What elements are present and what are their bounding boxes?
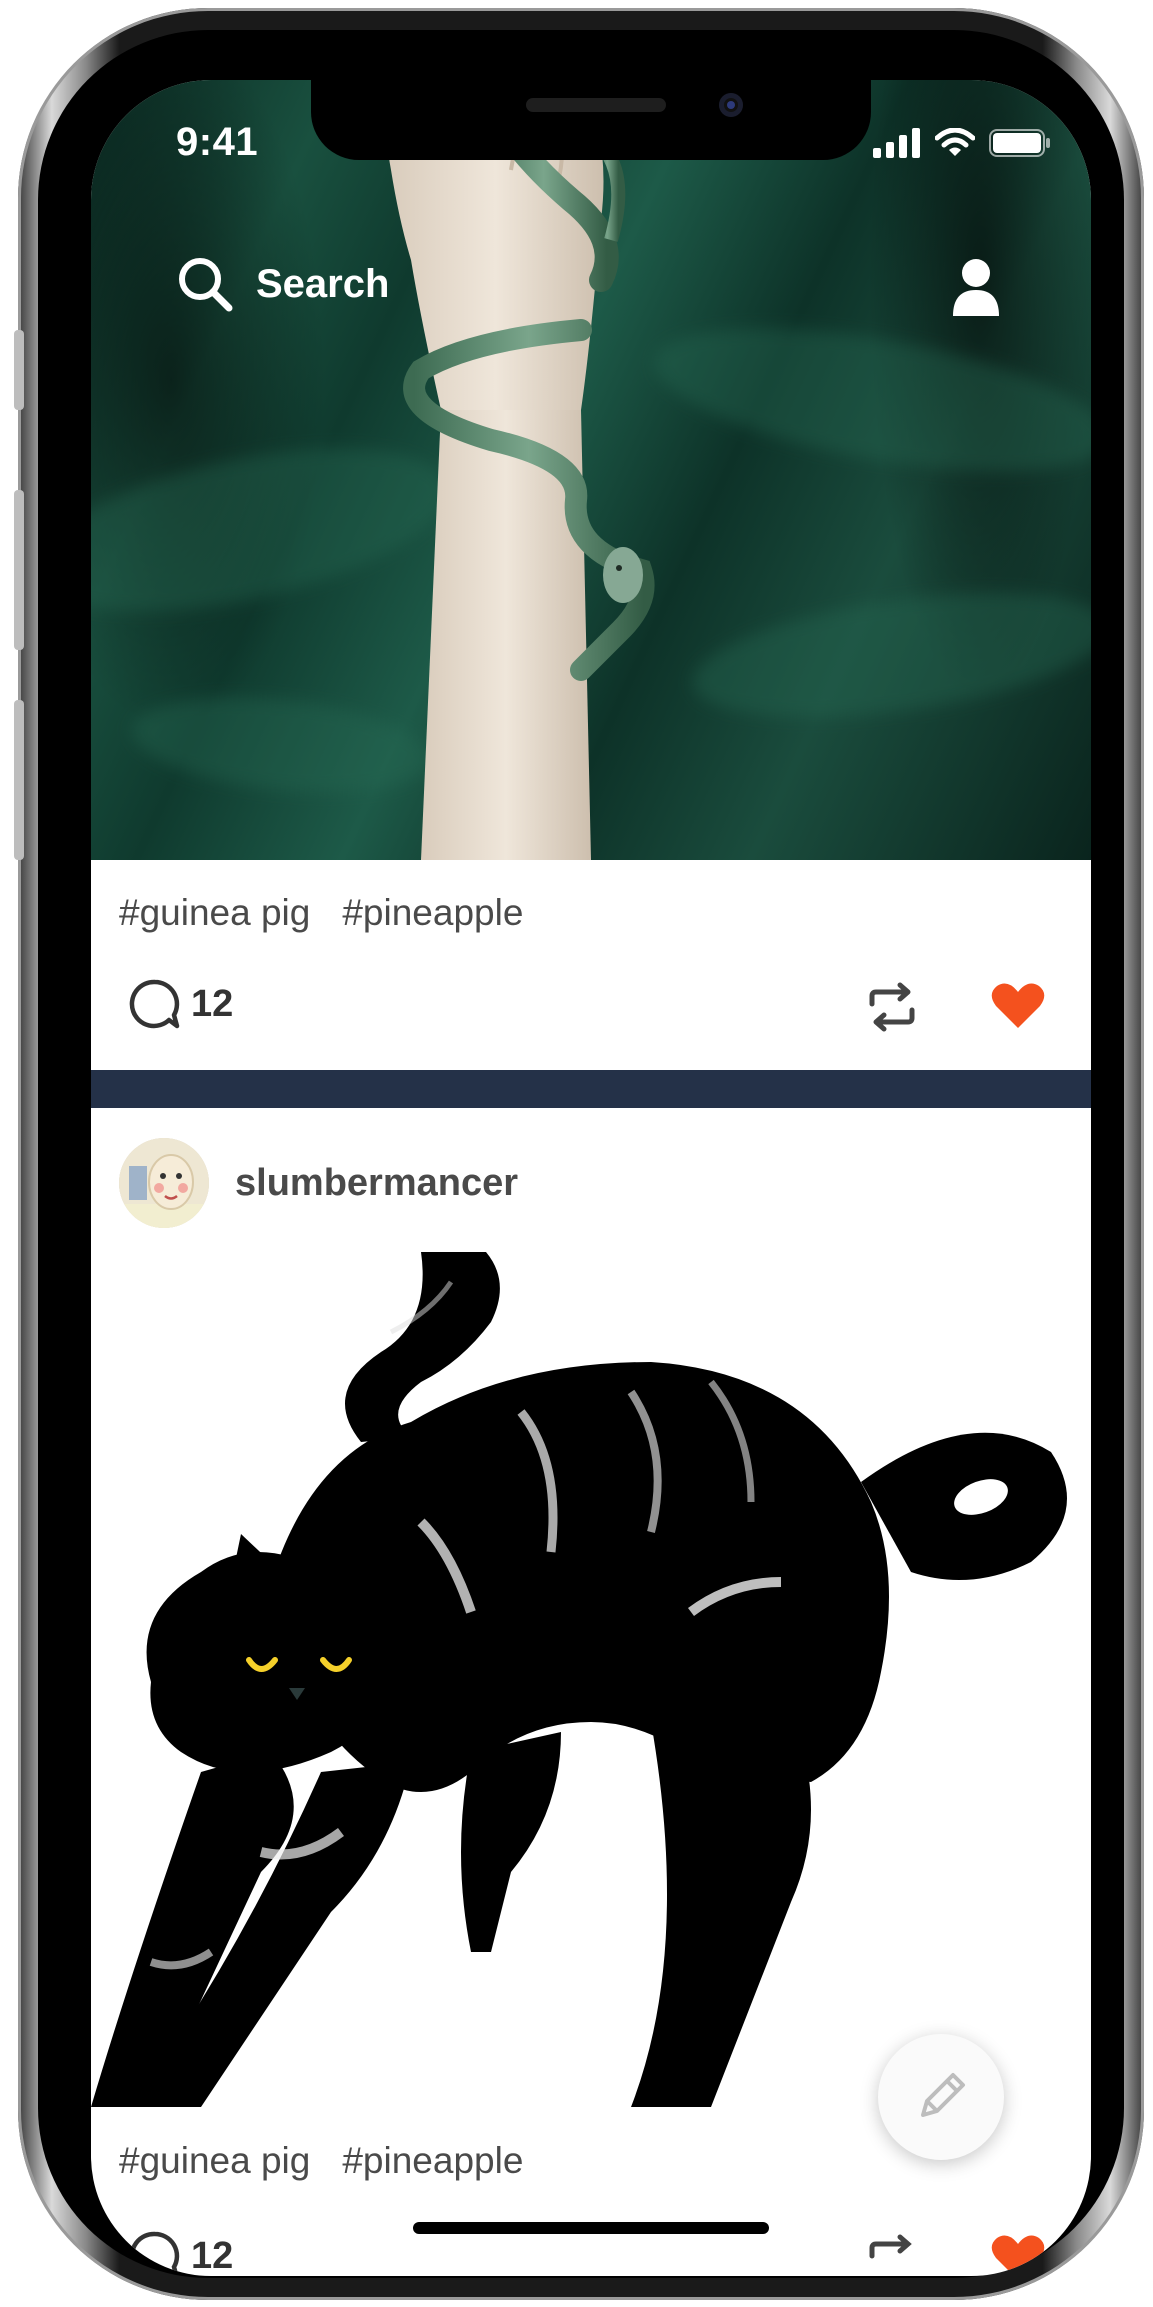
front-camera	[719, 93, 743, 117]
post-photo-black-cat[interactable]	[91, 1252, 1091, 2107]
reblog-button[interactable]	[866, 982, 918, 1037]
status-time: 9:41	[176, 120, 259, 164]
person-icon	[953, 259, 999, 316]
screen: 9:41 Search #guinea pig #pineapple 12 sl…	[91, 80, 1091, 2276]
volume-up-button	[14, 490, 24, 650]
tag-link[interactable]: #guinea pig	[119, 2140, 310, 2182]
search-icon	[179, 258, 233, 312]
post-actions: 12	[129, 978, 1059, 1038]
avatar[interactable]	[119, 1138, 209, 1228]
status-icons	[873, 128, 1051, 158]
silent-switch	[14, 330, 24, 410]
comment-button[interactable]: 12	[129, 978, 233, 1030]
tag-link[interactable]: #pineapple	[342, 2140, 523, 2182]
comment-count: 12	[191, 982, 234, 1025]
post-actions: 12	[129, 2230, 1059, 2276]
tag-link[interactable]: #guinea pig	[119, 892, 310, 934]
pencil-icon	[921, 2073, 965, 2117]
hand-with-snake-illustration	[387, 80, 655, 860]
reblog-icon	[869, 2234, 912, 2259]
volume-down-button	[14, 700, 24, 860]
notch	[311, 80, 871, 160]
post-divider	[91, 1070, 1091, 1108]
avatar-face-illustration	[119, 1138, 209, 1228]
like-button[interactable]	[991, 2234, 1045, 2276]
reblog-icon	[869, 982, 915, 1032]
like-button[interactable]	[991, 982, 1045, 1035]
speaker-grille	[526, 98, 666, 112]
tag-link[interactable]: #pineapple	[342, 892, 523, 934]
heart-icon	[991, 983, 1045, 1028]
post-tags: #guinea pig #pineapple	[119, 892, 523, 934]
home-indicator[interactable]	[413, 2222, 769, 2234]
post-header: slumbermancer	[119, 1138, 518, 1228]
username[interactable]: slumbermancer	[235, 1162, 518, 1205]
reblog-button[interactable]	[866, 2234, 918, 2276]
wifi-icon	[935, 128, 975, 156]
compose-button[interactable]	[878, 2034, 1004, 2160]
battery-icon	[989, 129, 1050, 157]
comment-count: 12	[191, 2234, 234, 2277]
profile-button[interactable]	[951, 258, 1001, 323]
heart-icon	[991, 2235, 1045, 2276]
comment-bubble-icon	[129, 2231, 180, 2276]
post-photo-snake-hand[interactable]	[91, 80, 1091, 860]
comment-bubble-icon	[129, 979, 180, 1029]
comment-button[interactable]: 12	[129, 2230, 233, 2276]
post-tags: #guinea pig #pineapple	[119, 2140, 523, 2182]
cellular-signal-icon	[873, 128, 920, 158]
black-cat-illustration	[91, 1252, 1067, 2107]
search-label: Search	[256, 261, 390, 306]
search-button[interactable]: Search	[176, 255, 389, 313]
